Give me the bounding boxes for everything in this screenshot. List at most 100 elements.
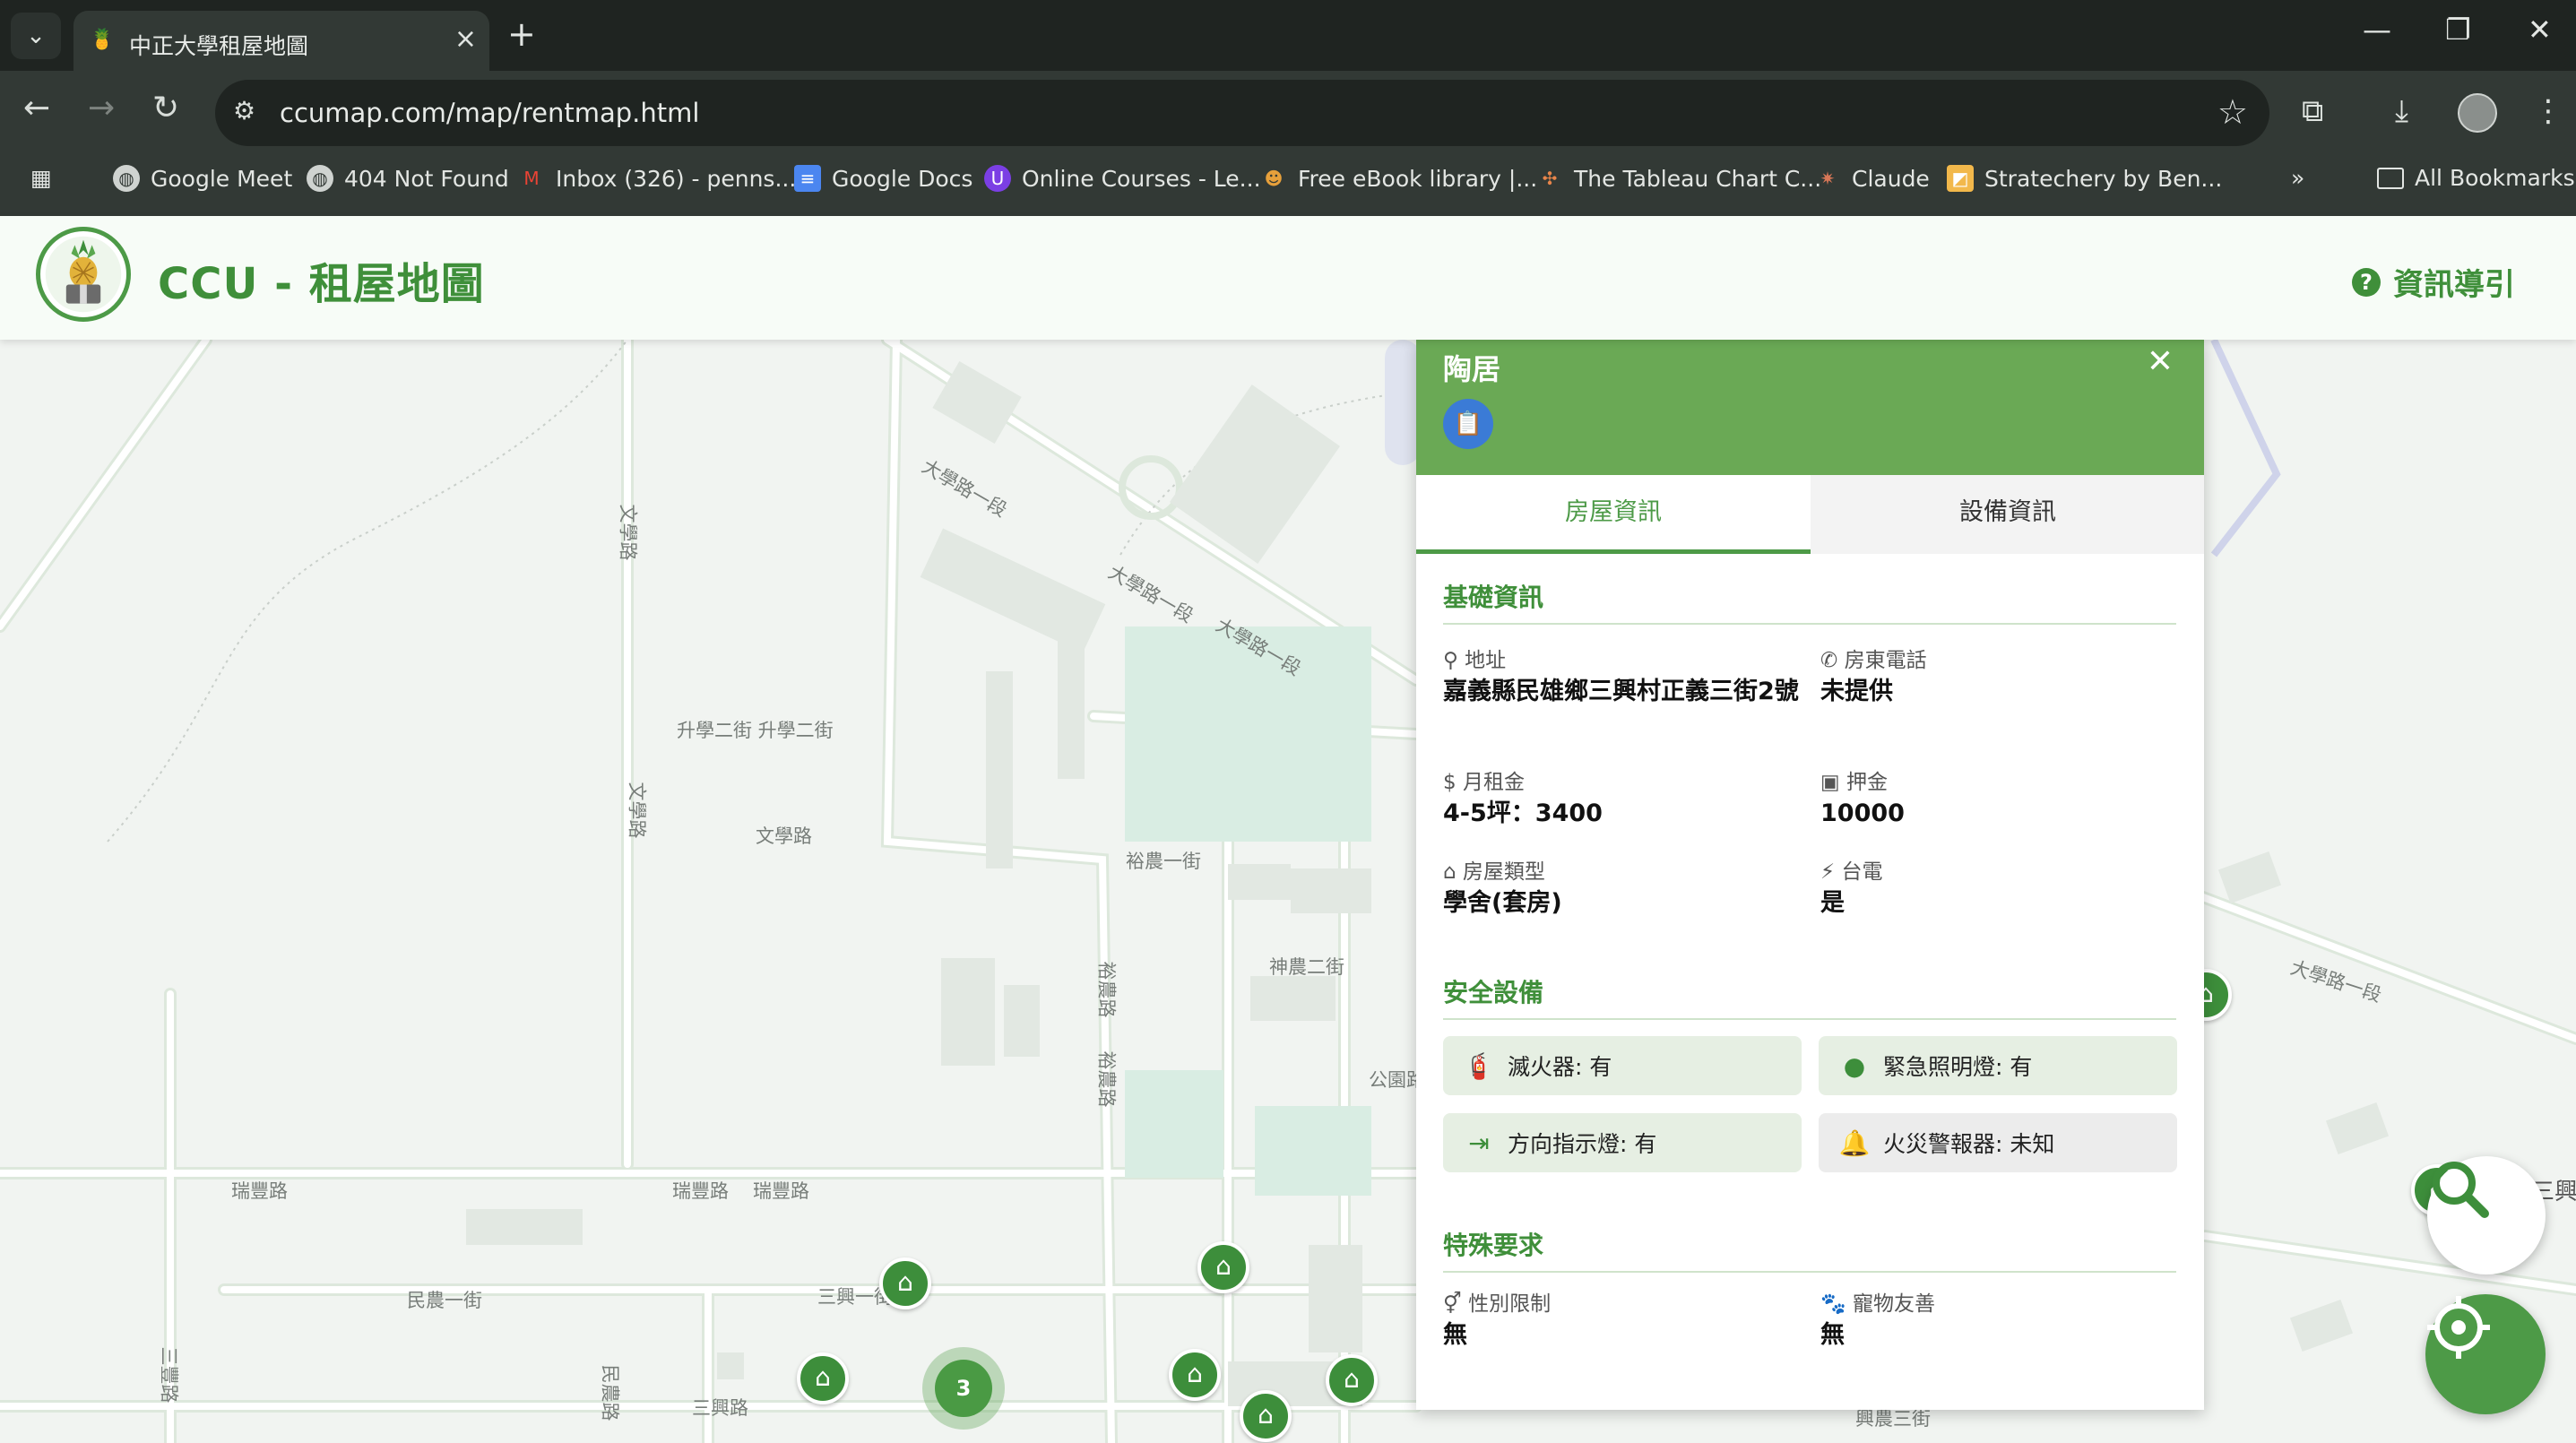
fire-extinguisher-icon: 🧯: [1463, 1050, 1495, 1081]
close-window-icon[interactable]: ✕: [2528, 13, 2552, 47]
new-tab-button[interactable]: +: [507, 14, 536, 54]
address-bar[interactable]: ⚙ ccumap.com/map/rentmap.html ☆: [215, 80, 2269, 146]
road-label: 瑞豐路: [672, 1180, 729, 1202]
download-icon[interactable]: ⤓: [2395, 93, 2408, 129]
globe-icon: ◍: [113, 165, 140, 192]
rental-marker[interactable]: ⌂: [797, 1352, 849, 1404]
bell-icon: 🔔: [1838, 1128, 1871, 1158]
tab-search-button[interactable]: ⌄: [11, 13, 61, 59]
road-label: 三興路: [692, 1397, 748, 1419]
rental-marker[interactable]: ⌂: [879, 1257, 931, 1309]
road-label: 民農一街: [407, 1290, 482, 1311]
bookmark-online-courses[interactable]: U Online Courses - Le...: [984, 165, 1261, 192]
restore-icon[interactable]: ❐: [2445, 13, 2471, 47]
bolt-icon: ⚡: [1820, 860, 1836, 884]
ccu-pineapple-logo[interactable]: [36, 227, 131, 322]
rental-marker[interactable]: ⌂: [1326, 1354, 1378, 1406]
road-label: 裕農路: [1095, 961, 1118, 1018]
road-label: 民農路: [599, 1364, 621, 1421]
extensions-icon[interactable]: ⧉: [2302, 93, 2323, 129]
minimize-icon[interactable]: —: [2363, 13, 2391, 47]
home-icon: ⌂: [1215, 1251, 1232, 1281]
safety-extinguisher: 🧯 滅火器: 有: [1443, 1036, 1802, 1095]
phone-value: 未提供: [1820, 678, 1893, 705]
road-label: 瑞豐路: [753, 1180, 809, 1202]
safety-exit-sign: ⇥ 方向指示燈: 有: [1443, 1113, 1802, 1172]
bookmark-gmail[interactable]: M Inbox (326) - penns...: [518, 165, 796, 192]
paw-icon: 🐾: [1820, 1292, 1846, 1316]
profile-avatar[interactable]: [2458, 93, 2497, 133]
bookmark-ebook[interactable]: ☻ Free eBook library |...: [1260, 165, 1538, 192]
tab-equipment-info[interactable]: 設備資訊: [1811, 475, 2204, 554]
address-label: ⚲ 地址: [1443, 649, 1507, 672]
road-label: 文學路: [617, 504, 639, 561]
url-text[interactable]: ccumap.com/map/rentmap.html: [280, 98, 699, 128]
clipboard-button[interactable]: 📋: [1443, 399, 1493, 449]
tableau-icon: ✣: [1542, 168, 1558, 189]
apps-grid-icon[interactable]: ▦: [30, 165, 52, 191]
road-label: 瑞豐路: [231, 1180, 288, 1202]
gender-value: 無: [1443, 1321, 1467, 1349]
road-label: 升學二街 升學二街: [677, 720, 834, 741]
stratechery-icon: ◩: [1947, 165, 1974, 192]
bookmark-claude[interactable]: ✷ Claude: [1814, 165, 1930, 192]
all-bookmarks[interactable]: All Bookmarks: [2377, 165, 2575, 191]
docs-icon: ≡: [794, 165, 821, 192]
deposit-value: 10000: [1820, 799, 1905, 827]
close-icon[interactable]: ✕: [2147, 343, 2174, 380]
globe-icon: ◍: [307, 165, 333, 192]
home-icon: ⌂: [897, 1267, 913, 1297]
tab-house-info[interactable]: 房屋資訊: [1416, 475, 1811, 554]
house-type-value: 學舍(套房): [1443, 889, 1562, 917]
tab-close-icon[interactable]: ×: [454, 23, 477, 55]
rental-marker[interactable]: ⌂: [1197, 1241, 1249, 1293]
search-icon: [2433, 1162, 2489, 1218]
rental-marker[interactable]: ⌂: [1169, 1349, 1221, 1401]
rent-value: 4-5坪：3400: [1443, 799, 1603, 827]
home-icon: ⌂: [1258, 1400, 1274, 1430]
gender-icon: ⚥: [1443, 1292, 1462, 1316]
browser-tab[interactable]: 🍍 中正大學租屋地圖 ×: [73, 11, 489, 71]
map-pin-icon: ⚲: [1443, 649, 1458, 672]
site-info-icon[interactable]: ⚙: [233, 96, 255, 125]
home-icon: ⌂: [1187, 1359, 1203, 1388]
section-special: 特殊要求: [1443, 1226, 2176, 1273]
menu-kebab-icon[interactable]: ⋮: [2533, 93, 2563, 129]
bookmark-star-icon[interactable]: ☆: [2217, 92, 2248, 132]
clipboard-icon: 📋: [1453, 410, 1483, 437]
crosshair-icon: [2427, 1296, 2490, 1359]
search-button[interactable]: [2427, 1156, 2546, 1275]
pineapple-favicon-icon: 🍍: [90, 29, 115, 51]
guide-link[interactable]: ? 資訊導引: [2352, 260, 2515, 304]
marker-cluster[interactable]: 3: [922, 1347, 1005, 1430]
bookmark-tableau[interactable]: ✣ The Tableau Chart C...: [1536, 165, 1822, 192]
road-label: 神農二街: [1269, 956, 1344, 978]
guide-label: 資訊導引: [2393, 267, 2515, 303]
phone-label: ✆ 房東電話: [1820, 649, 1927, 672]
home-icon: ⌂: [815, 1362, 831, 1392]
more-bookmarks-icon[interactable]: »: [2291, 165, 2304, 191]
money-icon: ▣: [1820, 771, 1840, 794]
road-label: 三豐路: [158, 1346, 180, 1404]
forward-icon[interactable]: →: [88, 90, 115, 126]
locate-me-button[interactable]: [2425, 1294, 2546, 1414]
section-safety: 安全設備: [1443, 973, 2176, 1020]
bookmark-stratechery[interactable]: ◩ Stratechery by Ben...: [1947, 165, 2222, 192]
rental-marker[interactable]: ⌂: [1240, 1390, 1292, 1442]
bookmark-google-docs[interactable]: ≡ Google Docs: [794, 165, 972, 192]
browser-tab-bar: ⌄ 🍍 中正大學租屋地圖 × + — ❐ ✕: [0, 0, 2576, 71]
road-label: 裕農路: [1095, 1050, 1118, 1108]
reload-icon[interactable]: ↻: [152, 90, 179, 126]
power-value: 是: [1820, 889, 1845, 917]
back-icon[interactable]: ←: [23, 90, 50, 126]
gender-label: ⚥ 性別限制: [1443, 1292, 1552, 1316]
pet-label: 🐾 寵物友善: [1820, 1292, 1935, 1316]
question-circle-icon: ?: [2352, 267, 2381, 297]
bookmark-google-meet[interactable]: ◍ Google Meet: [113, 165, 292, 192]
bookmark-404[interactable]: ◍ 404 Not Found: [307, 165, 509, 192]
panel-tabs: 房屋資訊 設備資訊: [1416, 475, 2204, 554]
home-icon: ⌂: [1443, 860, 1457, 884]
road-label: 文學路: [626, 782, 648, 839]
house-type-label: ⌂ 房屋類型: [1443, 860, 1545, 884]
tab-title: 中正大學租屋地圖: [129, 33, 309, 59]
